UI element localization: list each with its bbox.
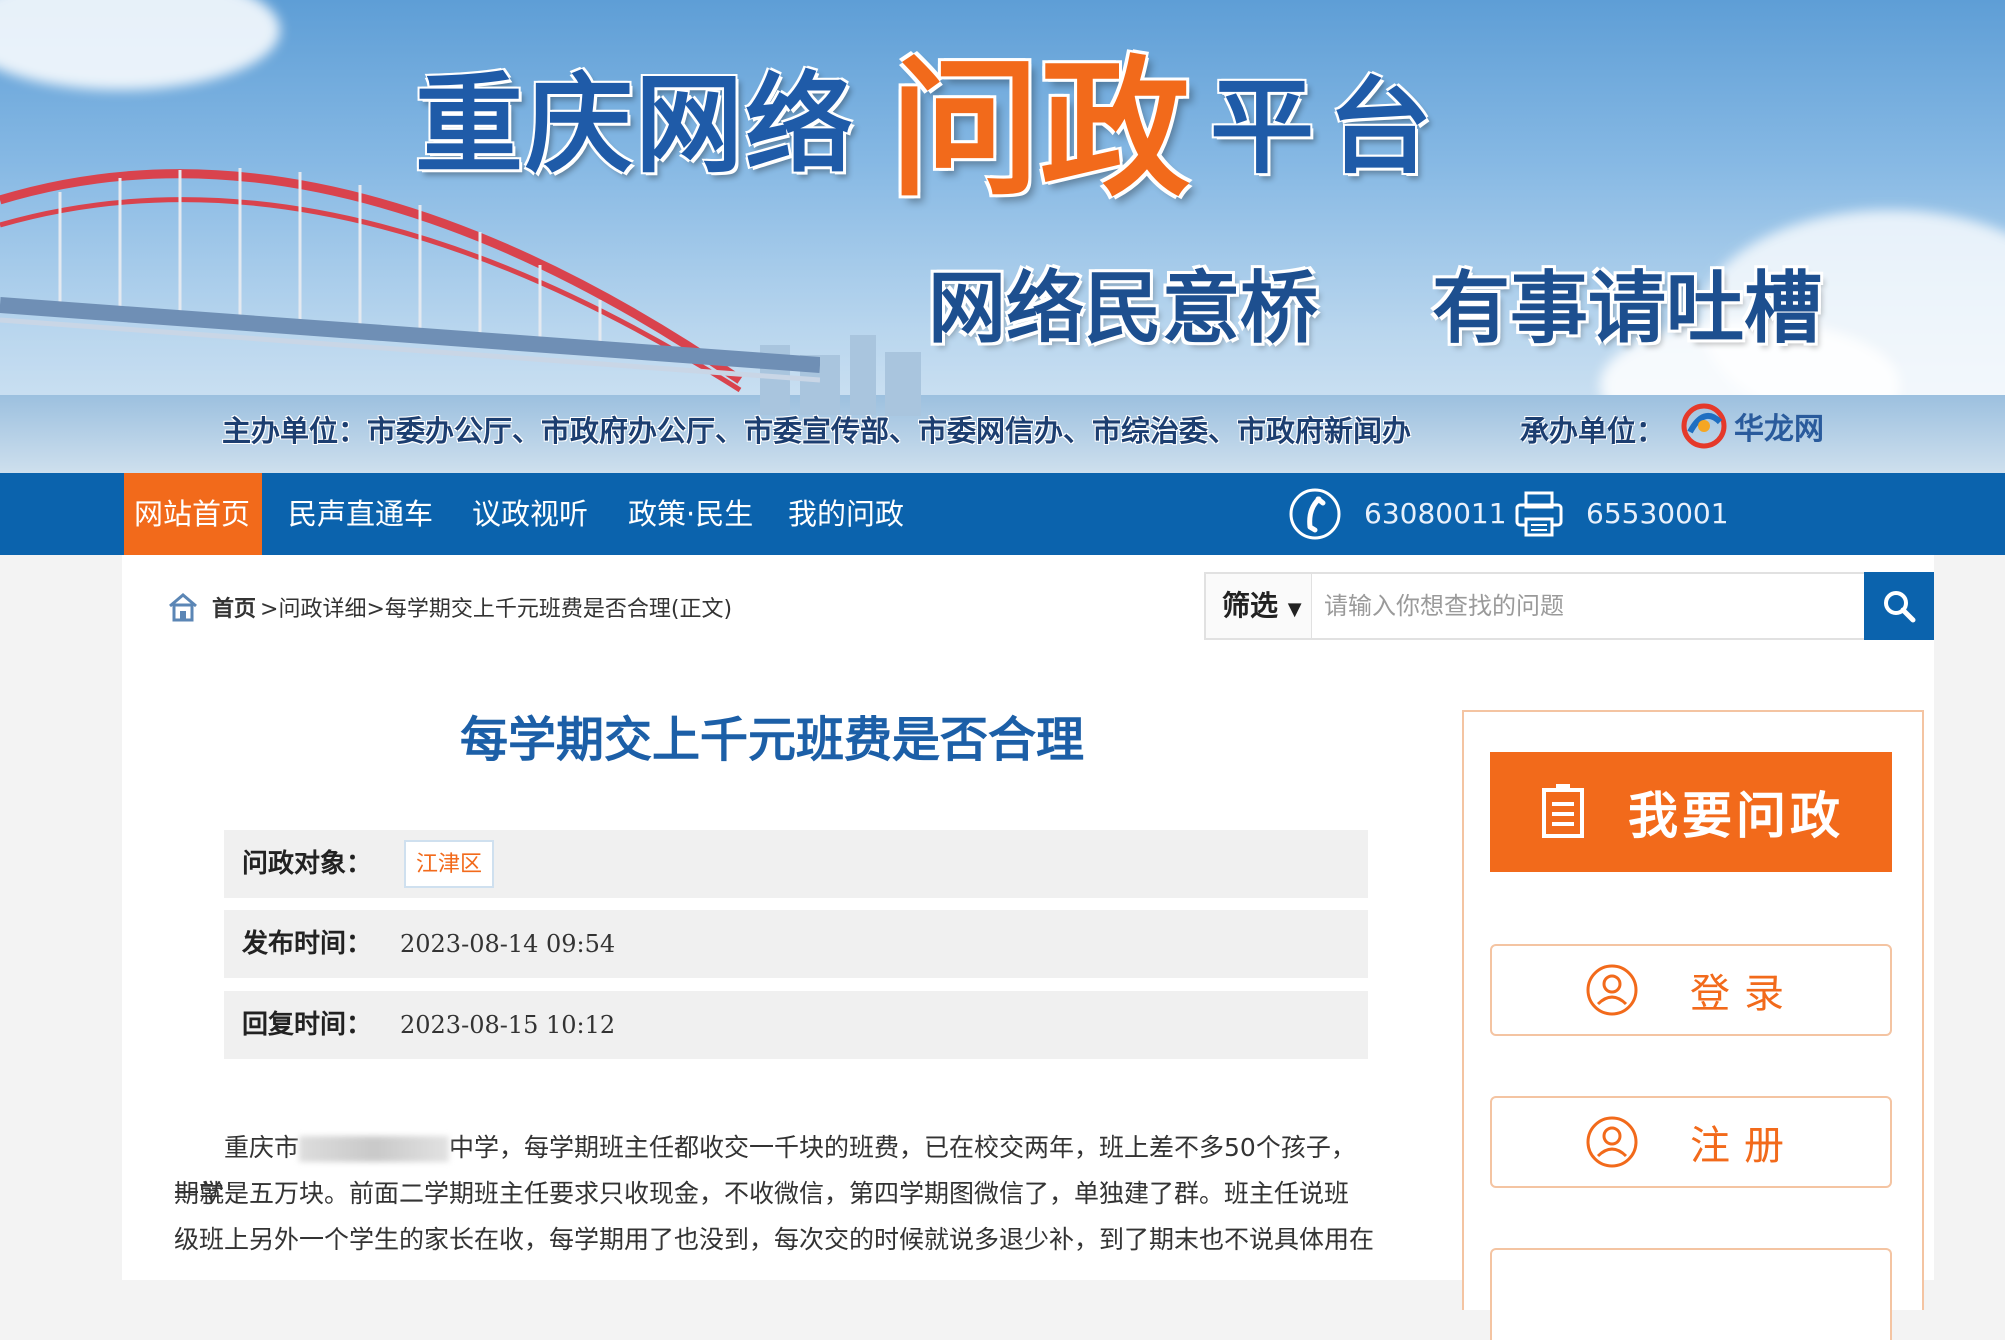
sidebar-button-partial[interactable] <box>1490 1248 1892 1340</box>
main-nav: 网站首页 民声直通车 议政视听 政策·民生 我的问政 63080011 6553… <box>0 473 2005 555</box>
hualong-logo-icon <box>1681 403 1727 449</box>
fax-icon <box>1515 491 1563 537</box>
slogan-right: 有事请吐槽 <box>1432 264 1823 354</box>
filter-label: 筛选 <box>1222 589 1279 622</box>
nav-item-policy[interactable]: 政策·民生 <box>628 473 753 555</box>
article-title: 每学期交上千元班费是否合理 <box>459 712 1084 768</box>
fax-number: 65530001 <box>1586 497 1729 530</box>
sidebar-panel: 我要问政 登录 注册 <box>1462 710 1924 1340</box>
cosponsor-label: 承办单位： <box>1520 414 1666 448</box>
phone-icon <box>1289 488 1341 540</box>
hualong-logo[interactable]: 华龙网 <box>1680 398 1830 454</box>
nav-item-my-inquiry[interactable]: 我的问政 <box>788 473 904 555</box>
platform-title-part2: 问政 <box>890 43 1191 217</box>
ask-question-button[interactable]: 我要问政 <box>1490 752 1892 872</box>
publish-time: 2023-08-14 09:54 <box>400 930 616 958</box>
header-banner: 重庆网络 问政 平台 网络民意桥 有事请吐槽 主办单位：市委办公厅、市政府办公厅… <box>0 0 2005 473</box>
article-body-line3: 级班上另外一个学生的家长在收，每学期用了也没到，每次交的时候就说多退少补，到了期… <box>174 1225 1375 1254</box>
platform-title-part3: 平台 <box>1210 66 1447 188</box>
login-label: 登录 <box>1690 971 1798 1017</box>
building-shape <box>885 352 921 416</box>
meta-row-target: 问政对象： 江津区 <box>224 830 1368 898</box>
article-body-line2: 期就是五万块。前面二学期班主任要求只收现金，不收微信，第四学期图微信了，单独建了… <box>174 1179 1350 1208</box>
ask-question-label: 我要问政 <box>1628 787 1844 845</box>
phone-number: 63080011 <box>1364 497 1507 530</box>
breadcrumb: 首页 >问政详细>每学期交上千元班费是否合理(正文) <box>166 587 732 627</box>
body-text-pre: 重庆市 <box>224 1133 300 1162</box>
caret-down-icon: ▼ <box>1287 599 1302 620</box>
reply-label: 回复时间： <box>242 1010 373 1040</box>
reply-time: 2023-08-15 10:12 <box>400 1011 616 1039</box>
home-icon[interactable] <box>166 590 200 624</box>
sponsor-text: 主办单位：市委办公厅、市政府办公厅、市委宣传部、市委网信办、市综治委、市政府新闻… <box>222 414 1412 448</box>
cloud-shape <box>0 0 280 90</box>
slogan-left: 网络民意桥 <box>928 264 1319 354</box>
user-icon <box>1586 964 1638 1016</box>
search-input[interactable] <box>1312 574 1932 638</box>
content-panel: 首页 >问政详细>每学期交上千元班费是否合理(正文) 筛选 ▼ 每学期交上千元班… <box>122 555 1934 1340</box>
nav-item-direct-channel[interactable]: 民声直通车 <box>288 473 433 555</box>
search-button[interactable] <box>1864 572 1934 640</box>
register-button[interactable]: 注册 <box>1490 1096 1892 1188</box>
target-tag[interactable]: 江津区 <box>404 840 495 888</box>
meta-row-publish: 发布时间： 2023-08-14 09:54 <box>224 910 1368 978</box>
filter-dropdown[interactable]: 筛选 ▼ <box>1206 574 1312 638</box>
breadcrumb-path: >问政详细>每学期交上千元班费是否合理(正文) <box>260 597 733 622</box>
target-label: 问政对象： <box>242 849 373 879</box>
register-label: 注册 <box>1690 1123 1798 1169</box>
user-icon <box>1586 1116 1638 1168</box>
meta-row-reply: 回复时间： 2023-08-15 10:12 <box>224 991 1368 1059</box>
breadcrumb-home-link[interactable]: 首页 <box>212 591 256 623</box>
login-button[interactable]: 登录 <box>1490 944 1892 1036</box>
building-shape <box>850 335 876 415</box>
hualong-logo-text: 华龙网 <box>1734 412 1824 447</box>
search-icon <box>1884 591 1916 623</box>
document-icon <box>1542 784 1584 838</box>
publish-label: 发布时间： <box>242 929 373 959</box>
nav-item-video[interactable]: 议政视听 <box>472 473 588 555</box>
redacted-school-name <box>299 1136 450 1162</box>
platform-title-part1: 重庆网络 <box>415 63 856 188</box>
nav-item-home[interactable]: 网站首页 <box>124 473 262 555</box>
search-bar: 筛选 ▼ <box>1204 572 1934 640</box>
